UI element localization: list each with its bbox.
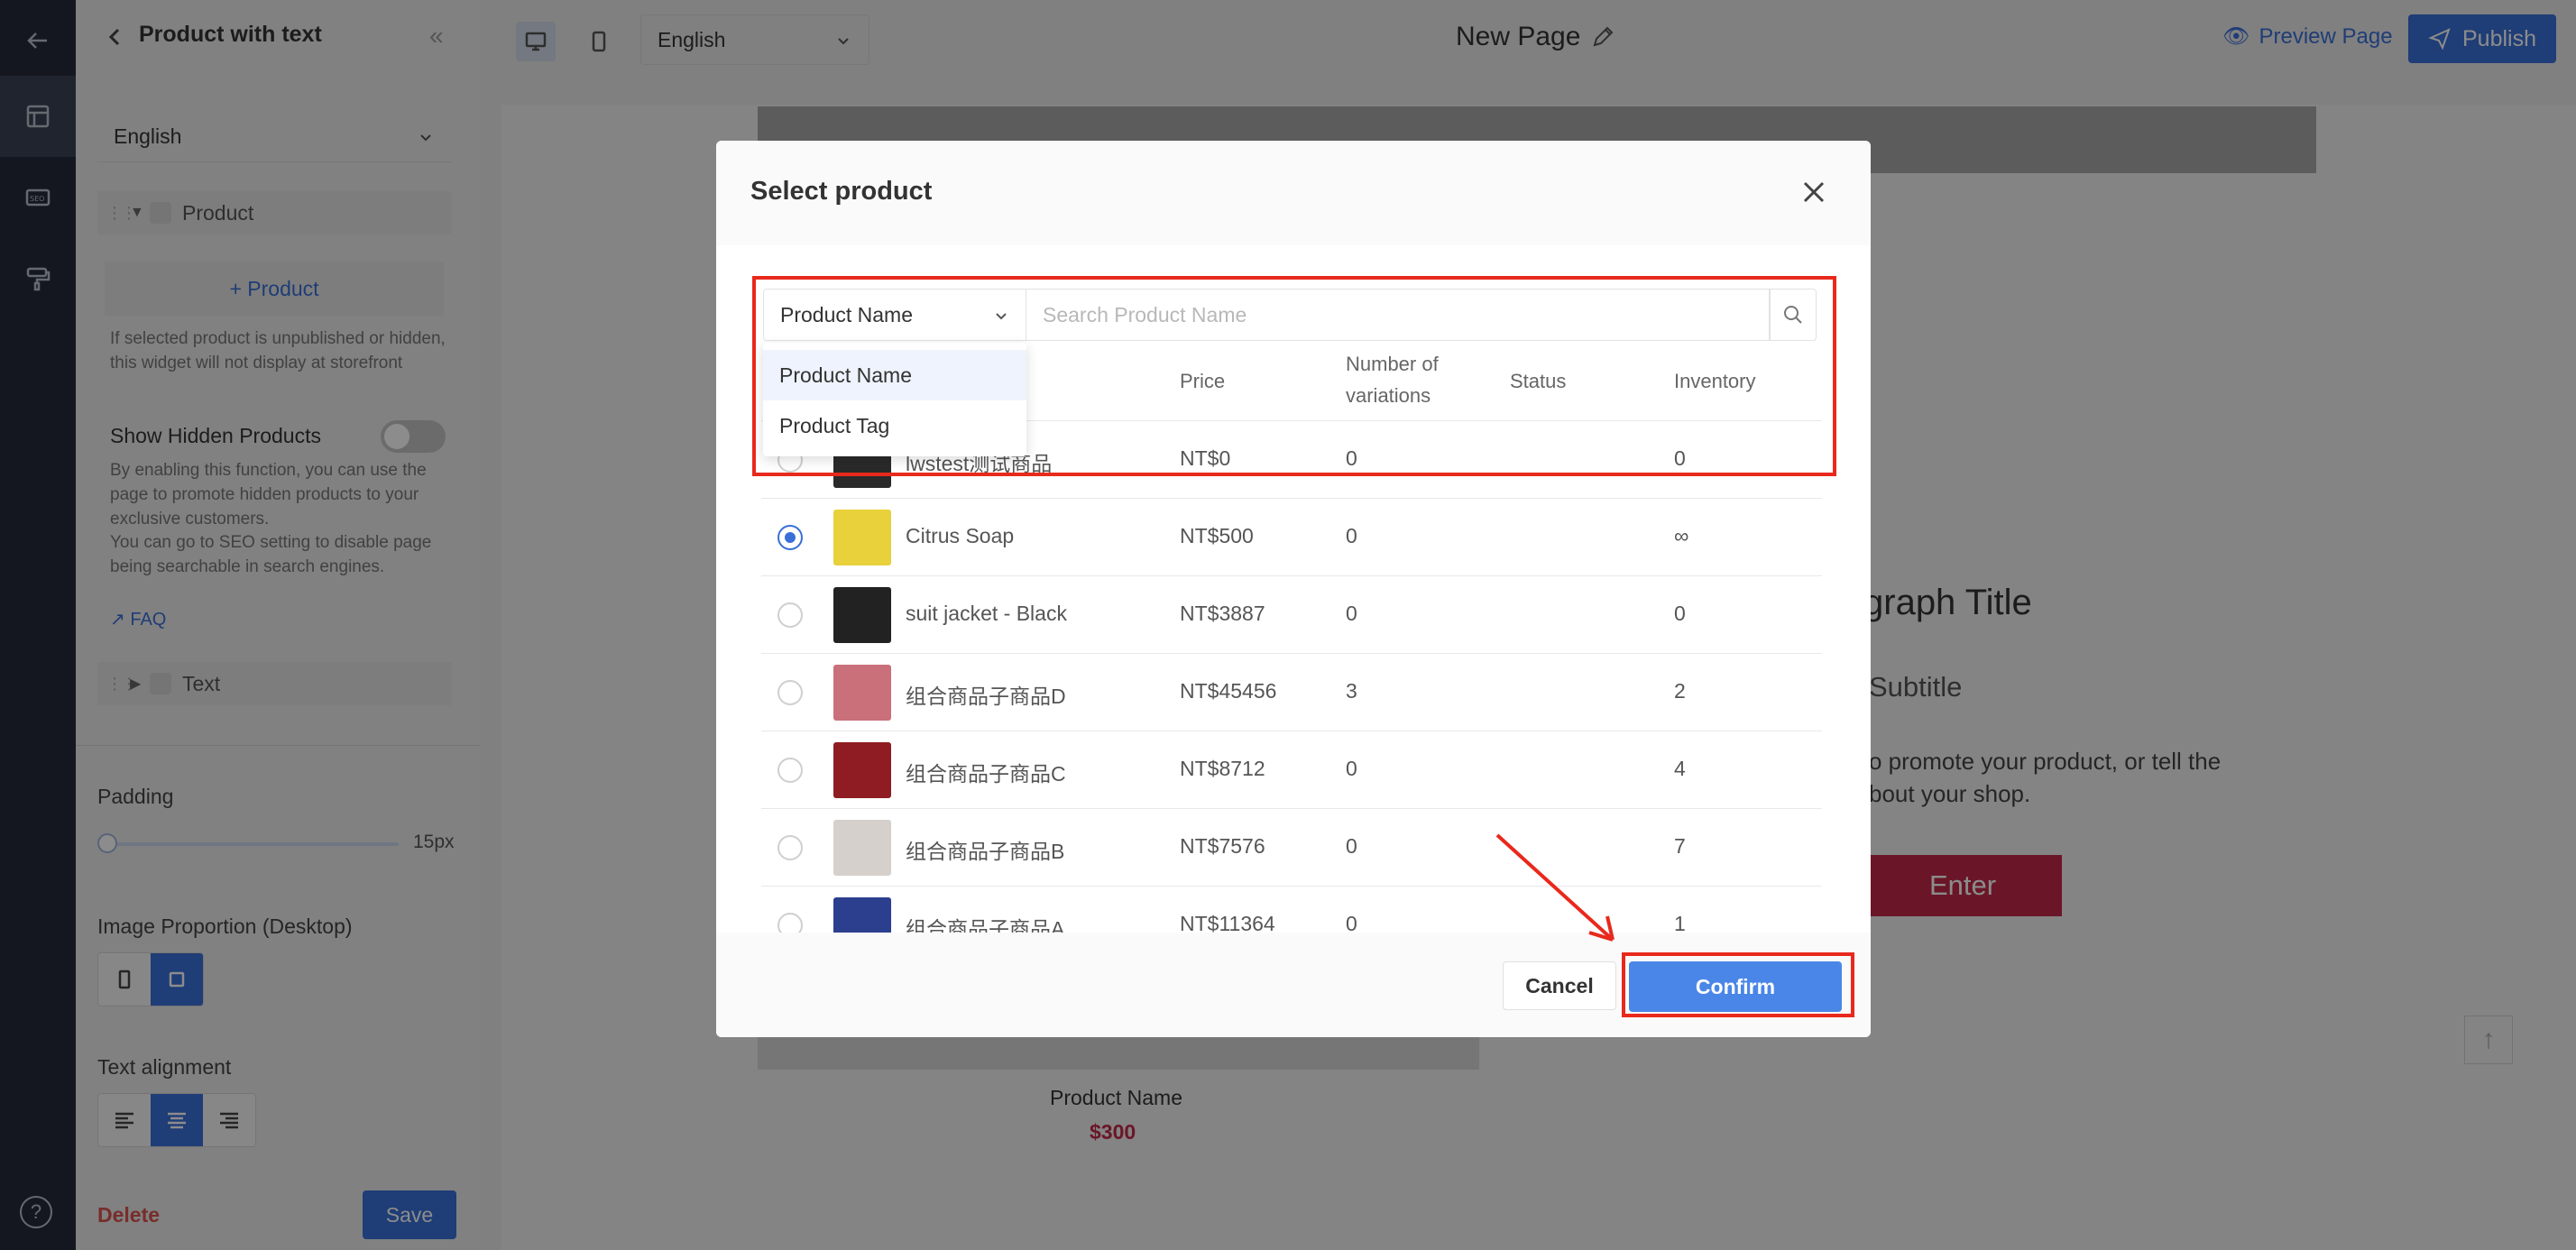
row-radio[interactable] [777, 602, 803, 628]
cell-variations: 0 [1346, 912, 1357, 933]
select-product-dialog: Select product Price Number of variation… [716, 141, 1871, 1037]
cell-name: 组合商品子商品D [906, 685, 1066, 708]
cell-name: suit jacket - Black [906, 602, 1067, 625]
product-thumbnail [833, 742, 891, 798]
table-row[interactable]: 组合商品子商品A NT$11364 0 1 [761, 887, 1822, 933]
table-row[interactable]: 组合商品子商品C NT$8712 0 4 [761, 731, 1822, 809]
cell-inventory: 0 [1674, 602, 1686, 625]
row-radio[interactable] [777, 835, 803, 860]
cell-price: NT$45456 [1180, 679, 1277, 703]
column-header-line: variations [1346, 384, 1431, 407]
dropdown-option-product-name[interactable]: Product Name [763, 350, 1026, 400]
column-header-line: Number of [1346, 353, 1439, 375]
row-radio[interactable] [777, 680, 803, 705]
search-field-dropdown: Product Name Product Tag [763, 343, 1026, 456]
product-thumbnail [833, 897, 891, 933]
chevron-down-icon [996, 313, 1007, 320]
cell-inventory: 1 [1674, 912, 1686, 933]
column-header-inventory: Inventory [1674, 370, 1756, 392]
close-icon[interactable] [1799, 177, 1829, 207]
search-field-value: Product Name [780, 302, 914, 326]
column-header-price: Price [1180, 370, 1226, 392]
cell-inventory: 4 [1674, 757, 1686, 780]
search-button[interactable] [1770, 289, 1817, 341]
search-icon [1784, 306, 1802, 324]
cell-variations: 0 [1346, 834, 1357, 858]
cell-inventory: ∞ [1674, 524, 1689, 547]
cell-name: Citrus Soap [906, 524, 1015, 547]
table-row[interactable]: 组合商品子商品B NT$7576 0 7 [761, 809, 1822, 887]
cell-price: NT$8712 [1180, 757, 1265, 780]
row-radio[interactable] [777, 525, 803, 550]
cell-price: NT$0 [1180, 446, 1231, 470]
cell-variations: 0 [1346, 446, 1357, 470]
column-header-variations: Number of variations [1346, 348, 1439, 411]
cell-inventory: 7 [1674, 834, 1686, 858]
cell-variations: 0 [1346, 524, 1357, 547]
cell-inventory: 2 [1674, 679, 1686, 703]
cell-name: 组合商品子商品C [906, 762, 1066, 786]
cancel-button[interactable]: Cancel [1503, 961, 1616, 1010]
product-list: lwstest测试商品 NT$0 0 0 Citrus Soap NT$500 … [716, 421, 1871, 933]
product-thumbnail [833, 587, 891, 643]
row-radio[interactable] [777, 913, 803, 933]
cell-variations: 3 [1346, 679, 1357, 703]
cell-name: 组合商品子商品B [906, 840, 1065, 863]
dialog-title: Select product [750, 177, 933, 206]
cell-price: NT$7576 [1180, 834, 1265, 858]
product-thumbnail [833, 820, 891, 876]
cell-price: NT$11364 [1180, 912, 1275, 933]
product-thumbnail [833, 665, 891, 721]
product-thumbnail [833, 510, 891, 565]
dropdown-option-product-tag[interactable]: Product Tag [763, 400, 1026, 451]
confirm-button[interactable]: Confirm [1629, 961, 1842, 1012]
dialog-header: Select product [716, 141, 1871, 245]
cell-variations: 0 [1346, 602, 1357, 625]
table-row[interactable]: suit jacket - Black NT$3887 0 0 [761, 576, 1822, 654]
cell-name: 组合商品子商品A [906, 917, 1065, 933]
cell-price: NT$3887 [1180, 602, 1265, 625]
table-row[interactable]: 组合商品子商品D NT$45456 3 2 [761, 654, 1822, 731]
row-radio[interactable] [777, 758, 803, 783]
search-field-select[interactable]: Product Name [763, 289, 1026, 341]
column-header-status: Status [1510, 370, 1567, 392]
cell-inventory: 0 [1674, 446, 1686, 470]
table-row[interactable]: Citrus Soap NT$500 0 ∞ [761, 499, 1822, 576]
cell-price: NT$500 [1180, 524, 1254, 547]
cell-variations: 0 [1346, 757, 1357, 780]
search-input[interactable] [1026, 289, 1770, 341]
